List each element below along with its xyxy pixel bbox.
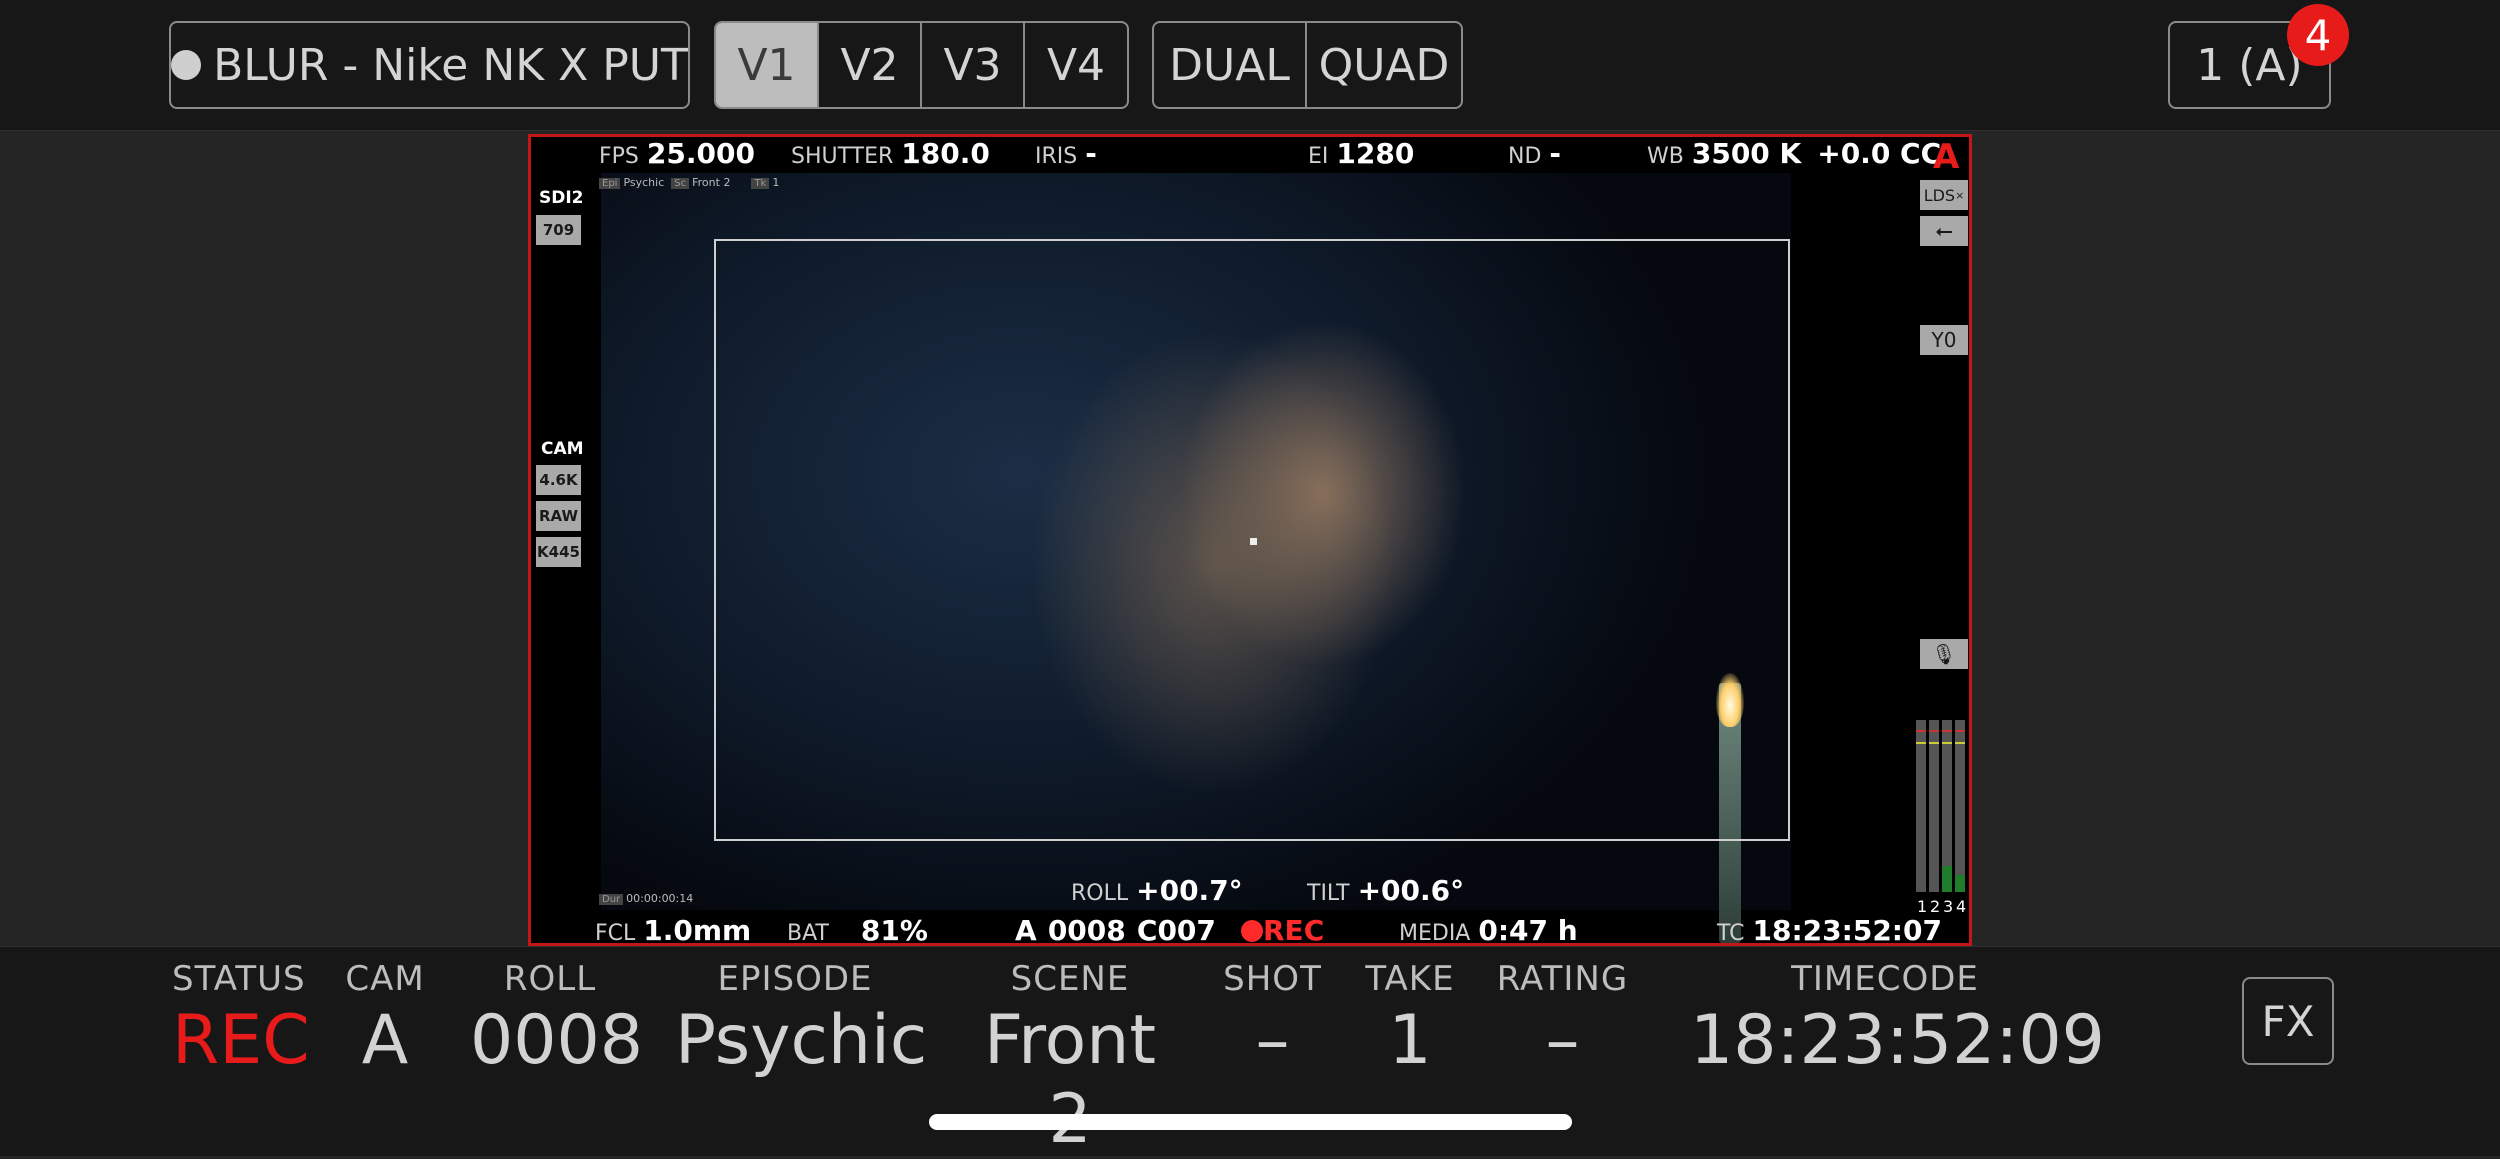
duration-readout: Dur 00:00:00:14: [599, 892, 693, 905]
view-tab-v4[interactable]: V4: [1025, 23, 1127, 107]
audio-meter-2: [1929, 720, 1939, 892]
center-marker: [1250, 538, 1257, 545]
scene-label: SCENE: [1010, 959, 1130, 999]
rating-value[interactable]: –: [1495, 1001, 1630, 1080]
video-monitor[interactable]: FPS 25.000 SHUTTER 180.0 IRIS - EI 1280 ND - …: [528, 134, 1972, 946]
rating-label: RATING: [1496, 959, 1629, 999]
tilt-readout: TILT +00.6°: [1307, 874, 1465, 907]
roll-label: ROLL: [503, 959, 597, 999]
episode-label: EPISODE: [717, 959, 873, 999]
top-toolbar: BLUR - Nike NK X PUT V1 V2 V3 V4 DUAL QU…: [0, 0, 2500, 131]
layout-quad-button[interactable]: QUAD: [1307, 23, 1461, 107]
rec-indicator: REC: [1241, 914, 1324, 943]
fcl-readout: FCL 1.0mm: [595, 914, 752, 946]
timecode-field: TIMECODE 18:23:52:09: [1690, 959, 2105, 1080]
rec-dot-icon: [1241, 920, 1263, 942]
sdi-label: SDI2: [539, 188, 584, 208]
cam-field: CAM A: [345, 959, 425, 1080]
sdi-value-chip: 709: [536, 215, 581, 245]
record-dot-icon: [171, 50, 202, 80]
cam-resolution-chip: 4.6K: [536, 465, 581, 495]
meter-label-3: 3: [1943, 897, 1954, 916]
shot-field: SHOT –: [1220, 959, 1325, 1080]
wb-readout: WB 3500 K +0.0 CC: [1647, 137, 1942, 170]
audio-meter-3: [1942, 720, 1952, 892]
layout-dual-button[interactable]: DUAL: [1154, 23, 1308, 107]
tc-readout: TC 18:23:52:07: [1717, 914, 1942, 946]
camera-letter: A: [1933, 137, 1960, 177]
fx-button[interactable]: FX: [2242, 977, 2334, 1065]
timecode-value: 18:23:52:09: [1690, 1001, 2105, 1080]
status-field: STATUS REC: [172, 959, 310, 1080]
iris-readout: IRIS -: [1035, 137, 1097, 170]
view-tab-v2[interactable]: V2: [819, 23, 922, 107]
shot-label: SHOT: [1223, 959, 1322, 999]
microphone-icon: 🎙: [1920, 639, 1968, 669]
status-value: REC: [172, 1001, 310, 1080]
episode-value[interactable]: Psychic: [675, 1001, 927, 1080]
audio-meter-4: [1955, 720, 1965, 892]
notification-badge[interactable]: 4: [2287, 4, 2349, 66]
audio-meter-1: [1916, 720, 1926, 892]
usb-icon: ⭠: [1920, 216, 1968, 246]
rating-field: RATING –: [1495, 959, 1630, 1080]
home-indicator[interactable]: [929, 1114, 1572, 1130]
lds-chip: LDS ×: [1920, 180, 1968, 210]
cam-model-chip: K445: [536, 537, 581, 567]
shot-value[interactable]: –: [1220, 1001, 1325, 1080]
view-tab-v3[interactable]: V3: [922, 23, 1025, 107]
meter-label-4: 4: [1956, 897, 1967, 916]
take-field: TAKE 1: [1360, 959, 1460, 1080]
view-tab-v1[interactable]: V1: [716, 23, 819, 107]
cam-format-chip: RAW: [536, 501, 581, 531]
take-value[interactable]: 1: [1360, 1001, 1460, 1080]
take-label: TAKE: [1365, 959, 1455, 999]
meta-tags: Epi Psychic Sc Front 2 Tk 1: [599, 176, 779, 189]
view-selector: V1 V2 V3 V4: [714, 21, 1129, 109]
battery-readout: BAT 81%: [787, 914, 928, 946]
episode-field: EPISODE Psychic: [675, 959, 927, 1080]
fps-readout: FPS 25.000: [599, 137, 755, 170]
roll-value: 0008: [470, 1001, 644, 1080]
project-button[interactable]: BLUR - Nike NK X PUT: [169, 21, 690, 109]
scene-value[interactable]: Front 2: [955, 1001, 1185, 1159]
shutter-readout: SHUTTER 180.0: [791, 137, 990, 170]
cam-value: A: [361, 1001, 409, 1080]
roll-readout: ROLL +00.7°: [1071, 874, 1243, 907]
nd-readout: ND -: [1508, 137, 1562, 170]
clip-readout: A 0008 C007: [1015, 914, 1216, 946]
project-label: BLUR - Nike NK X PUT: [213, 39, 688, 91]
cam-label: CAM: [541, 439, 584, 459]
timecode-label: TIMECODE: [1791, 959, 1979, 999]
cam-label: CAM: [345, 959, 425, 999]
y-chip: Y0: [1920, 325, 1968, 355]
status-label: STATUS: [172, 959, 306, 999]
ei-readout: EI 1280: [1308, 137, 1415, 170]
media-readout: MEDIA 0:47 h: [1399, 914, 1578, 946]
layout-selector: DUAL QUAD: [1152, 21, 1463, 109]
roll-field: ROLL 0008: [470, 959, 644, 1080]
